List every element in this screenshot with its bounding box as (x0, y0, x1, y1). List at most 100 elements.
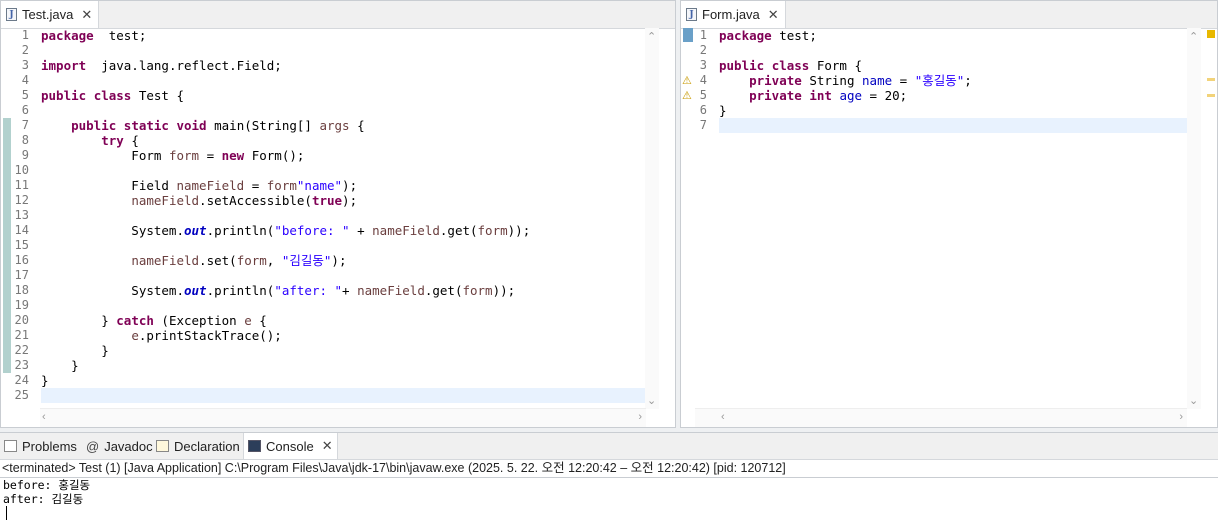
tab-javadoc[interactable]: @ Javadoc (82, 433, 157, 459)
console-output[interactable]: before: 홍길동 after: 김길동 (0, 478, 1218, 520)
line-number: 10 (14, 163, 29, 177)
tab-label: Form.java (702, 7, 760, 22)
tab-label: Declaration (174, 438, 240, 454)
line-number: 19 (14, 298, 29, 312)
scroll-right-icon[interactable]: › (1179, 411, 1183, 423)
tab-label: Problems (22, 438, 77, 454)
scroll-up-icon[interactable]: ⌃ (647, 30, 656, 43)
overview-marker[interactable] (1207, 94, 1215, 97)
line-number: 5 (699, 88, 707, 102)
line-number: 3 (21, 58, 29, 72)
line-number: 2 (21, 43, 29, 57)
tab-label: Console (266, 438, 314, 454)
overview-warning-icon (1207, 30, 1215, 38)
line-number: 16 (14, 253, 29, 267)
code-line[interactable]: package test; (719, 28, 817, 43)
code-line[interactable]: public static void main(String[] args { (41, 118, 365, 133)
line-number: 21 (14, 328, 29, 342)
scroll-left-icon[interactable]: ‹ (721, 411, 725, 423)
problems-icon (4, 440, 17, 452)
line-number: 22 (14, 343, 29, 357)
scroll-up-icon[interactable]: ⌃ (1189, 30, 1198, 43)
console-line: before: 홍길동 (3, 478, 91, 492)
scroll-right-icon[interactable]: › (638, 411, 642, 423)
line-number: 23 (14, 358, 29, 372)
scroll-down-icon[interactable]: ⌄ (1189, 394, 1198, 407)
code-line[interactable]: } (41, 373, 49, 388)
vertical-scrollbar[interactable]: ⌃ ⌄ (645, 28, 659, 409)
close-icon[interactable]: ✕ (81, 7, 92, 23)
editor-pane-test-java: J Test.java ✕ 1 package test; 2 3 import jav… (0, 0, 676, 428)
tab-console[interactable]: Console ✕ (243, 433, 338, 459)
tab-problems[interactable]: Problems (0, 433, 81, 459)
line-number: 4 (21, 73, 29, 87)
editor-tabbar: J Form.java ✕ (681, 1, 1217, 29)
tab-label: Javadoc (104, 438, 153, 454)
current-line-highlight (719, 118, 1187, 133)
horizontal-scrollbar[interactable]: ‹ › (40, 408, 646, 427)
code-line[interactable]: private int age = 20; (719, 88, 907, 103)
code-editor[interactable]: 1 package test; 2 3 import java.lang.reflect… (1, 28, 675, 409)
line-number: 5 (21, 88, 29, 102)
line-number: 9 (21, 148, 29, 162)
code-editor[interactable]: ⚠ ⚠ 1 package test; 2 3 public class Form {4… (681, 28, 1217, 409)
tab-test-java[interactable]: J Test.java ✕ (1, 1, 100, 28)
line-number: 11 (14, 178, 29, 192)
overview-marker[interactable] (1207, 78, 1215, 81)
code-line[interactable]: Field nameField = form"name"); (41, 178, 357, 193)
code-line[interactable]: Form form = new Form(); (41, 148, 304, 163)
console-icon (248, 440, 261, 452)
line-number: 7 (21, 118, 29, 132)
line-number: 6 (699, 103, 707, 117)
line-number: 20 (14, 313, 29, 327)
code-line[interactable]: } (41, 358, 79, 373)
scroll-left-icon[interactable]: ‹ (42, 411, 46, 423)
line-number: 18 (14, 283, 29, 297)
line-number: 15 (14, 238, 29, 252)
tab-declaration[interactable]: Declaration (152, 433, 244, 459)
bottom-tabbar: Problems @ Javadoc Declaration Console ✕ (0, 433, 1218, 460)
code-line[interactable]: e.printStackTrace(); (41, 328, 282, 343)
code-line[interactable]: nameField.set(form, "김길동"); (41, 253, 346, 268)
current-line-highlight (41, 388, 645, 403)
code-line[interactable]: public class Test { (41, 88, 184, 103)
horizontal-scrollbar[interactable]: ‹ › (695, 408, 1187, 427)
line-number: 25 (14, 388, 29, 402)
line-number: 7 (699, 118, 707, 132)
code-line[interactable]: System.out.println("after: "+ nameField.… (41, 283, 515, 298)
code-line[interactable]: } catch (Exception e { (41, 313, 267, 328)
code-line[interactable]: } (719, 103, 727, 118)
code-line[interactable]: nameField.setAccessible(true); (41, 193, 357, 208)
code-line[interactable]: import java.lang.reflect.Field; (41, 58, 282, 73)
declaration-icon (156, 440, 169, 452)
at-icon: @ (86, 438, 100, 454)
line-number: 1 (699, 28, 707, 42)
line-number: 3 (699, 58, 707, 72)
code-line[interactable]: package test; (41, 28, 146, 43)
line-number: 13 (14, 208, 29, 222)
line-number: 2 (699, 43, 707, 57)
close-icon[interactable]: ✕ (768, 7, 779, 23)
tab-form-java[interactable]: J Form.java ✕ (681, 1, 786, 28)
java-file-icon: J (686, 8, 697, 21)
code-line[interactable]: } (41, 343, 109, 358)
vertical-scrollbar[interactable]: ⌃ ⌄ (1187, 28, 1201, 409)
close-icon[interactable]: ✕ (322, 438, 333, 454)
code-line[interactable]: try { (41, 133, 139, 148)
code-line[interactable]: private String name = "홍길동"; (719, 73, 972, 88)
console-panel: Problems @ Javadoc Declaration Console ✕… (0, 432, 1218, 529)
line-number: 24 (14, 373, 29, 387)
text-caret (6, 506, 7, 520)
line-number: 6 (21, 103, 29, 117)
line-number: 14 (14, 223, 29, 237)
console-line: after: 김길동 (3, 492, 84, 506)
editor-tabbar: J Test.java ✕ (1, 1, 675, 29)
code-line[interactable]: public class Form { (719, 58, 862, 73)
code-line[interactable]: System.out.println("before: " + nameFiel… (41, 223, 530, 238)
java-file-icon: J (6, 8, 17, 21)
editor-pane-form-java: J Form.java ✕ ⚠ ⚠ 1 package test; 2 3 public… (680, 0, 1218, 428)
line-number: 8 (21, 133, 29, 147)
tab-label: Test.java (22, 7, 74, 22)
scroll-down-icon[interactable]: ⌄ (647, 394, 656, 407)
line-number: 12 (14, 193, 29, 207)
